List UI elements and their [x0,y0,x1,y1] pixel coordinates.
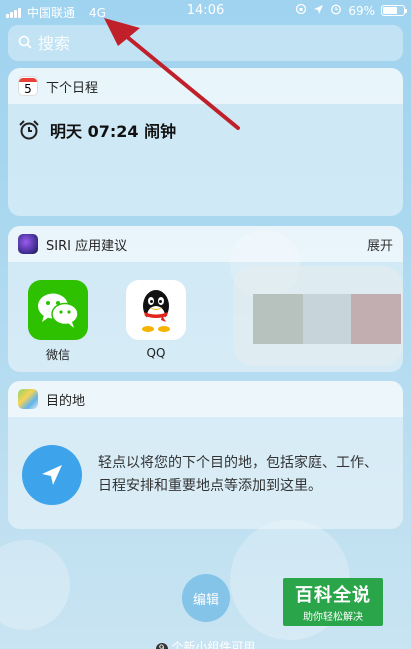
search-bar[interactable] [8,25,403,61]
schedule-widget[interactable]: 5 下个日程 明天 07:24 闹钟 [8,68,403,216]
siri-icon [18,234,38,254]
blurred-app-suggestions [223,256,403,371]
expand-button[interactable]: 展开 [367,235,393,254]
app-qq[interactable]: QQ [126,280,186,363]
rotation-lock-icon [295,3,307,18]
bokeh-decoration [0,540,70,630]
status-bar: 中国联通 4G 14:06 69% [0,0,411,22]
widget-title: 目的地 [46,393,86,409]
calendar-icon: 5 [18,76,38,96]
siri-suggestions-widget: SIRI 应用建议 展开 微信 QQ [8,226,403,372]
watermark-logo: 百科全说 助你轻松解决 [283,578,383,626]
destination-widget[interactable]: 目的地 轻点以将您的下个目的地，包括家庭、工作、日程安排和重要地点等添加到这里。 [8,381,403,529]
new-widgets-count: 9 [155,643,168,649]
battery-percent: 69% [348,3,375,18]
destination-description: 轻点以将您的下个目的地，包括家庭、工作、日程安排和重要地点等添加到这里。 [98,455,378,494]
maps-icon [18,389,38,409]
location-icon [313,4,324,18]
battery-icon [381,5,407,16]
qq-icon [126,280,186,340]
alarm-icon [330,3,342,18]
search-icon [18,34,32,53]
edit-button[interactable]: 编辑 [182,574,230,622]
event-row[interactable]: 明天 07:24 闹钟 [8,118,403,142]
app-label: 微信 [45,348,70,362]
search-input[interactable] [38,33,358,53]
widget-header: 5 下个日程 [8,68,403,104]
new-widgets-notice[interactable]: 9 个新小组件可用 [0,638,411,649]
widget-title: SIRI 应用建议 [46,238,128,254]
event-text: 明天 07:24 闹钟 [50,122,177,141]
navigation-arrow-icon [22,445,82,505]
watermark-subtitle: 助你轻松解决 [303,612,363,623]
widget-header: 目的地 [8,381,403,417]
alarm-clock-icon [18,119,40,141]
watermark-title: 百科全说 [295,585,371,606]
widget-title: 下个日程 [46,80,99,96]
new-widgets-text: 个新小组件可用 [171,640,256,649]
app-label: QQ [146,346,166,360]
app-wechat[interactable]: 微信 [28,280,88,363]
wechat-icon [28,280,88,340]
